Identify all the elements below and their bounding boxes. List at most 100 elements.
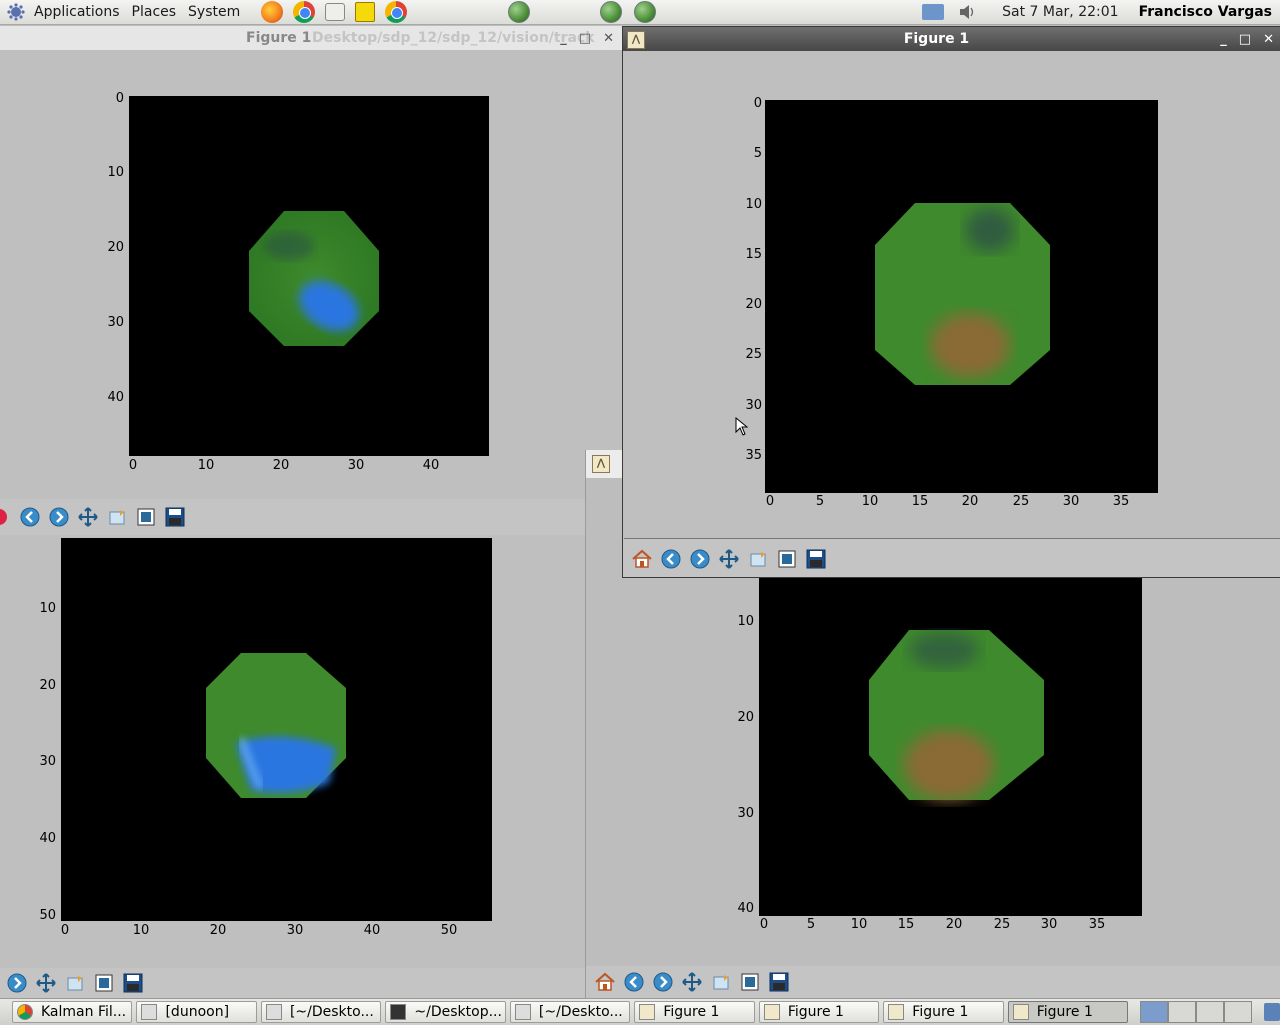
maximize-icon[interactable]: □ — [1239, 32, 1251, 47]
matplotlib-icon — [888, 1004, 905, 1020]
nav-toolbar — [0, 968, 585, 998]
y-tick-label: 5 — [753, 146, 762, 161]
firefox-icon[interactable] — [261, 1, 284, 23]
taskbar-item-label: Figure 1 — [1036, 1004, 1093, 1020]
system-tray: Sat 7 Mar, 22:01 Francisco Vargas — [922, 0, 1280, 24]
workspace-3[interactable] — [1196, 1001, 1225, 1023]
y-tick-label: 10 — [745, 197, 762, 212]
taskbar-item-terminal[interactable]: [~/Deskto... — [260, 1001, 382, 1023]
menu-applications[interactable]: Applications — [30, 4, 128, 20]
forward-icon[interactable] — [46, 504, 72, 530]
configure-subplots-icon[interactable] — [91, 970, 117, 996]
pan-icon[interactable] — [679, 969, 705, 995]
figure-window-bottom-left[interactable]: 10 20 30 40 50 0 10 20 30 40 50 — [0, 538, 585, 998]
volume-icon[interactable] — [958, 3, 976, 21]
taskbar-item-figure[interactable]: Figure 1 — [1007, 1001, 1129, 1023]
back-icon[interactable] — [17, 504, 43, 530]
back-icon[interactable] — [621, 969, 647, 995]
home-icon[interactable] — [592, 969, 618, 995]
matplotlib-icon: ⋀ — [592, 455, 610, 473]
x-tick-label: 0 — [60, 923, 70, 938]
window-titlebar[interactable]: ⋀ Figure 1 _ □ ✕ — [623, 27, 1280, 51]
forward-icon[interactable] — [687, 546, 713, 572]
folder-icon[interactable] — [922, 4, 945, 20]
figure-window-top-left[interactable]: Figure 1 Desktop/sdp_12/sdp_12/vision/tr… — [0, 26, 622, 538]
taskbar-item-figure[interactable]: Figure 1 — [883, 1001, 1004, 1023]
matplotlib-icon — [763, 1004, 780, 1020]
x-tick-label: 10 — [197, 458, 215, 473]
close-icon[interactable]: ✕ — [603, 31, 614, 46]
forward-icon[interactable] — [4, 970, 30, 996]
mail-icon[interactable] — [325, 3, 346, 21]
matplotlib-icon: ⋀ — [627, 31, 645, 49]
user-name[interactable]: Francisco Vargas — [1139, 4, 1272, 20]
workspace-1[interactable] — [1140, 1001, 1169, 1023]
zoom-icon[interactable] — [745, 546, 771, 572]
y-tick-label: 30 — [737, 806, 754, 821]
back-icon[interactable] — [0, 504, 10, 530]
globe-icon[interactable] — [634, 1, 657, 23]
pan-icon[interactable] — [75, 504, 101, 530]
configure-subplots-icon[interactable] — [133, 504, 159, 530]
close-icon[interactable]: ✕ — [1263, 32, 1274, 47]
globe-icon[interactable] — [508, 1, 531, 23]
taskbar-item-terminal[interactable]: ~/Desktop... — [385, 1001, 506, 1023]
save-icon[interactable] — [803, 546, 829, 572]
taskbar-item-terminal[interactable]: [dunoon] — [136, 1001, 257, 1023]
notes-icon[interactable] — [355, 2, 376, 22]
window-titlebar[interactable]: Figure 1 Desktop/sdp_12/sdp_12/vision/tr… — [0, 26, 622, 50]
x-tick-label: 0 — [759, 917, 769, 932]
y-tick-label: 0 — [115, 91, 124, 106]
x-tick-label: 5 — [815, 494, 825, 509]
chrome-icon[interactable] — [385, 1, 408, 23]
save-icon[interactable] — [766, 969, 792, 995]
menu-system[interactable]: System — [184, 4, 248, 20]
taskbar-item-figure[interactable]: Figure 1 — [758, 1001, 880, 1023]
taskbar-item-label: Figure 1 — [663, 1004, 720, 1020]
forward-icon[interactable] — [650, 969, 676, 995]
back-icon[interactable] — [658, 546, 684, 572]
chrome-icon[interactable] — [293, 1, 316, 23]
minimize-icon[interactable]: _ — [1220, 32, 1227, 47]
clock[interactable]: Sat 7 Mar, 22:01 — [1002, 4, 1118, 20]
minimize-icon[interactable]: _ — [560, 31, 567, 46]
gnome-foot-icon[interactable] — [6, 2, 26, 22]
y-tick-label: 15 — [745, 247, 762, 262]
image-plot[interactable] — [129, 96, 489, 456]
configure-subplots-icon[interactable] — [774, 546, 800, 572]
pan-icon[interactable] — [33, 970, 59, 996]
x-tick-label: 15 — [897, 917, 915, 932]
taskbar-item-label: [dunoon] — [165, 1004, 230, 1020]
image-plot[interactable] — [759, 570, 1142, 916]
figure-window-front[interactable]: ⋀ Figure 1 _ □ ✕ 0 5 10 15 20 25 30 35 0… — [622, 26, 1280, 578]
x-tick-label: 40 — [422, 458, 440, 473]
y-tick-label: 40 — [39, 831, 56, 846]
taskbar-item-terminal[interactable]: [~/Deskto... — [509, 1001, 631, 1023]
configure-subplots-icon[interactable] — [737, 969, 763, 995]
save-icon[interactable] — [162, 504, 188, 530]
y-tick-label: 20 — [39, 678, 56, 693]
top-panel: Applications Places System Sat 7 Mar, 22… — [0, 0, 1280, 25]
workspace-switcher — [1140, 1001, 1253, 1023]
y-tick-label: 30 — [745, 398, 762, 413]
image-plot[interactable] — [61, 538, 492, 921]
image-plot[interactable] — [765, 100, 1158, 493]
x-tick-label: 35 — [1088, 917, 1106, 932]
mouse-cursor-icon — [735, 417, 749, 436]
taskbar-item-figure[interactable]: Figure 1 — [634, 1001, 755, 1023]
x-tick-label: 15 — [911, 494, 929, 509]
trash-icon[interactable] — [1264, 1003, 1280, 1021]
save-icon[interactable] — [120, 970, 146, 996]
home-icon[interactable] — [629, 546, 655, 572]
maximize-icon[interactable]: □ — [579, 31, 591, 46]
workspace-4[interactable] — [1224, 1001, 1253, 1023]
workspace-2[interactable] — [1168, 1001, 1197, 1023]
menu-places[interactable]: Places — [128, 4, 185, 20]
terminal-icon — [390, 1004, 407, 1020]
zoom-icon[interactable] — [708, 969, 734, 995]
zoom-icon[interactable] — [104, 504, 130, 530]
pan-icon[interactable] — [716, 546, 742, 572]
taskbar-item-chrome[interactable]: Kalman Fil... — [12, 1001, 133, 1023]
globe-icon[interactable] — [600, 1, 623, 23]
zoom-icon[interactable] — [62, 970, 88, 996]
